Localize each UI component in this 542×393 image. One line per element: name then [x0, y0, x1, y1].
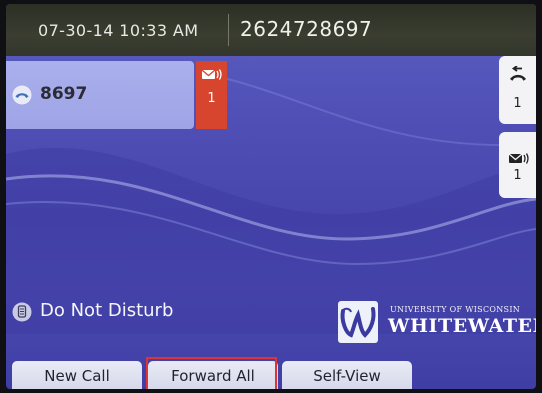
status-header: 07-30-14 10:33 AM 2624728697: [6, 4, 536, 56]
university-logo: UNIVERSITY OF WISCONSIN WHITEWATER: [338, 301, 536, 345]
handset-icon: [12, 85, 32, 105]
header-divider: [228, 14, 229, 46]
recent-calls-icon: [510, 66, 526, 81]
voicemail-count: 1: [513, 168, 522, 183]
voicemail-icon: [201, 69, 222, 80]
phone-number: 2624728697: [240, 17, 373, 41]
date-time: 07-30-14 10:33 AM: [38, 21, 199, 40]
line-button[interactable]: 8697: [6, 61, 194, 129]
line-voicemail-count: 1: [207, 91, 216, 106]
forward-all-highlight: [146, 357, 277, 389]
line-label: 8697: [40, 84, 88, 104]
w-monogram-icon: [340, 307, 376, 338]
self-view-softkey[interactable]: Self-View: [282, 361, 412, 389]
line-voicemail-badge[interactable]: 1: [196, 61, 227, 129]
voicemail-key[interactable]: 1: [499, 132, 536, 198]
logo-mark: [338, 301, 378, 343]
voicemail-icon: [508, 153, 529, 164]
recent-calls-count: 1: [513, 96, 522, 111]
do-not-disturb-label: Do Not Disturb: [40, 300, 174, 321]
logo-subtitle: UNIVERSITY OF WISCONSIN: [390, 305, 521, 314]
new-call-softkey[interactable]: New Call: [12, 361, 142, 389]
phone-screen: 07-30-14 10:33 AM 2624728697 8697 1 1 1 …: [6, 4, 536, 389]
recent-calls-key[interactable]: 1: [499, 56, 536, 124]
dnd-icon: [12, 302, 32, 322]
logo-title: WHITEWATER: [388, 315, 536, 337]
